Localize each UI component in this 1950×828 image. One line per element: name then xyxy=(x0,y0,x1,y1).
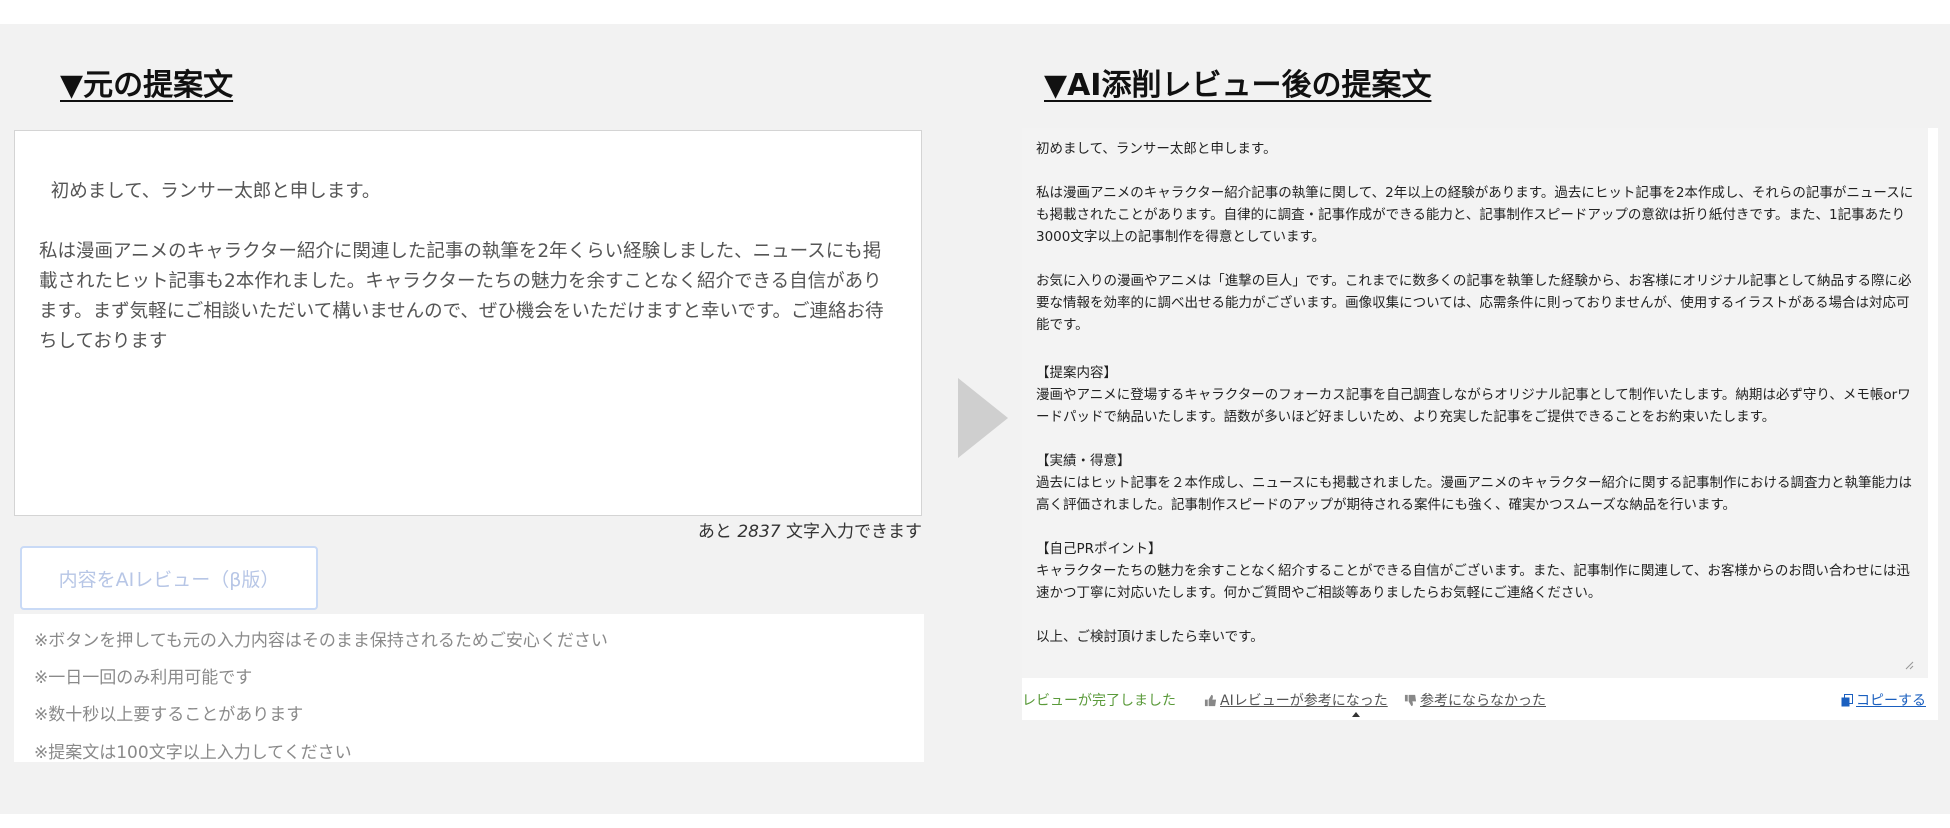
original-heading: ▼元の提案文 xyxy=(60,68,234,103)
char-count: あと 2837 文字入力できます xyxy=(697,522,922,542)
reviewed-paragraph: 初めまして、ランサー太郎と申します。 xyxy=(1036,141,1277,157)
resize-grip-icon[interactable] xyxy=(1904,660,1914,670)
section-title: 【提案内容】 xyxy=(1036,365,1117,381)
reviewed-paragraph: お気に入りの漫画やアニメは「進撃の巨人」です。これまでに数多くの記事を執筆した経… xyxy=(1036,273,1912,333)
note-item: ※一日一回のみ利用可能です xyxy=(34,668,253,688)
arrow-right-icon xyxy=(958,378,1008,458)
thumbs-down-icon xyxy=(1404,694,1417,707)
section-title: 【実績・得意】 xyxy=(1036,453,1131,469)
section-title: 【自己PRポイント】 xyxy=(1036,541,1162,557)
note-item: ※提案文は100文字以上入力してください xyxy=(34,743,352,763)
ai-review-button[interactable]: 内容をAIレビュー（β版） xyxy=(20,546,318,610)
review-status: レビューが完了しました xyxy=(1022,693,1176,709)
tooltip-caret xyxy=(1352,712,1360,717)
feedback-bad-link[interactable]: 参考にならなかった xyxy=(1404,690,1546,710)
thumbs-up-icon xyxy=(1204,694,1217,707)
notes-area: ※ボタンを押しても元の入力内容はそのまま保持されるためご安心ください ※一日一回… xyxy=(14,614,924,763)
original-proposal-textarea[interactable]: 初めまして、ランサー太郎と申します。 私は漫画アニメのキャラクター紹介に関連した… xyxy=(14,130,922,516)
section-body: 過去にはヒット記事を２本作成し、ニュースにも掲載されました。漫画アニメのキャラク… xyxy=(1036,475,1913,513)
reviewed-paragraph: 私は漫画アニメのキャラクター紹介記事の執筆に関して、2年以上の経験があります。過… xyxy=(1036,185,1914,245)
reviewed-heading: ▼AI添削レビュー後の提案文 xyxy=(1044,68,1432,103)
section-body: 漫画やアニメに登場するキャラクターのフォーカス記事を自己調査しながらオリジナル記… xyxy=(1036,387,1911,425)
feedback-good-link[interactable]: AIレビューが参考になった xyxy=(1204,690,1388,710)
closing-text: 以上、ご検討頂けましたら幸いです。 xyxy=(1036,629,1264,645)
section-body: キャラクターたちの魅力を余すことなく紹介することができる自信がございます。また、… xyxy=(1036,563,1910,601)
copy-icon xyxy=(1841,693,1853,707)
reviewed-proposal-textarea[interactable]: 初めまして、ランサー太郎と申します。 私は漫画アニメのキャラクター紹介記事の執筆… xyxy=(1022,128,1938,678)
review-footer: レビューが完了しました AIレビューが参考になった 参考にならなかった コピーす… xyxy=(1022,678,1938,720)
note-item: ※ボタンを押しても元の入力内容はそのまま保持されるためご安心ください xyxy=(34,631,608,651)
copy-link[interactable]: コピーする xyxy=(1841,690,1926,710)
original-proposal-text: 初めまして、ランサー太郎と申します。 私は漫画アニメのキャラクター紹介に関連した… xyxy=(39,181,884,352)
note-item: ※数十秒以上要することがあります xyxy=(34,705,304,725)
resize-grip-icon[interactable] xyxy=(907,501,919,513)
char-count-number: 2837 xyxy=(737,522,781,542)
